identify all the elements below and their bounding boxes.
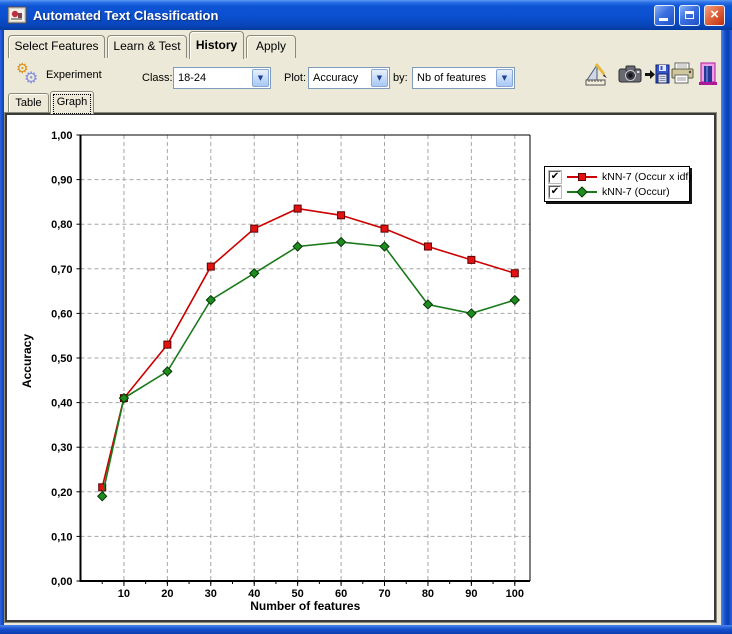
series-sample-line (567, 187, 597, 196)
tab-table-view[interactable]: Table (8, 93, 49, 114)
close-button[interactable]: × (704, 5, 725, 26)
by-combobox-value: Nb of features (413, 72, 496, 84)
app-icon (7, 5, 27, 25)
by-combobox[interactable]: Nb of features ▼ (412, 67, 515, 89)
legend-row: ✔ kNN-7 (Occur x idf) (548, 169, 686, 184)
chevron-down-icon[interactable]: ▼ (496, 69, 513, 87)
tab-graph-view[interactable]: Graph (50, 91, 94, 114)
experiment-button[interactable]: ⚙⚙ Experiment (16, 61, 102, 89)
legend-row: ✔ kNN-7 (Occur) (548, 184, 686, 199)
chart-legend: ✔ kNN-7 (Occur x idf) ✔ kNN-7 (Occur) (544, 166, 690, 202)
tab-learn-and-test[interactable]: Learn & Test (107, 35, 187, 58)
gears-icon: ⚙⚙ (16, 62, 42, 88)
series-checkbox[interactable]: ✔ (549, 186, 561, 198)
tab-history[interactable]: History (189, 31, 244, 59)
class-combobox[interactable]: 18-24 ▼ (173, 67, 271, 89)
diamond-marker-icon (576, 186, 587, 197)
tab-select-features[interactable]: Select Features (8, 35, 105, 58)
close-icon: × (705, 6, 724, 25)
series-checkbox[interactable]: ✔ (549, 171, 561, 183)
tab-graph-label: Graph (57, 96, 88, 108)
class-label: Class: (142, 72, 173, 84)
experiment-label: Experiment (46, 69, 102, 81)
chevron-down-icon[interactable]: ▼ (371, 69, 388, 87)
series-sample-line (567, 172, 597, 181)
minimize-button[interactable] (654, 5, 675, 26)
class-combobox-value: 18-24 (174, 72, 252, 84)
maximize-icon (685, 11, 694, 19)
plot-combobox[interactable]: Accuracy ▼ (308, 67, 390, 89)
plot-combobox-value: Accuracy (309, 72, 371, 84)
window-border-left (0, 30, 4, 634)
chart-edit-icon[interactable] (583, 60, 609, 88)
save-export-icon[interactable] (644, 60, 670, 88)
window-title: Automated Text Classification (33, 8, 218, 23)
tab-apply[interactable]: Apply (246, 35, 296, 58)
chevron-down-icon[interactable]: ▼ (252, 69, 269, 87)
series-label: kNN-7 (Occur x idf) (602, 171, 692, 183)
window-border-right (721, 30, 732, 634)
window-border-bottom (0, 625, 732, 634)
print-icon[interactable] (669, 60, 695, 88)
plot-label: Plot: (284, 72, 306, 84)
minimize-icon (659, 18, 668, 21)
by-label: by: (393, 72, 408, 84)
camera-icon[interactable] (617, 60, 643, 88)
title-bar[interactable]: Automated Text Classification (0, 0, 732, 30)
maximize-button[interactable] (679, 5, 700, 26)
series-label: kNN-7 (Occur) (602, 186, 670, 198)
exit-icon[interactable] (696, 60, 722, 88)
square-marker-icon (578, 173, 586, 181)
app-window: Automated Text Classification × Select F… (0, 0, 732, 634)
